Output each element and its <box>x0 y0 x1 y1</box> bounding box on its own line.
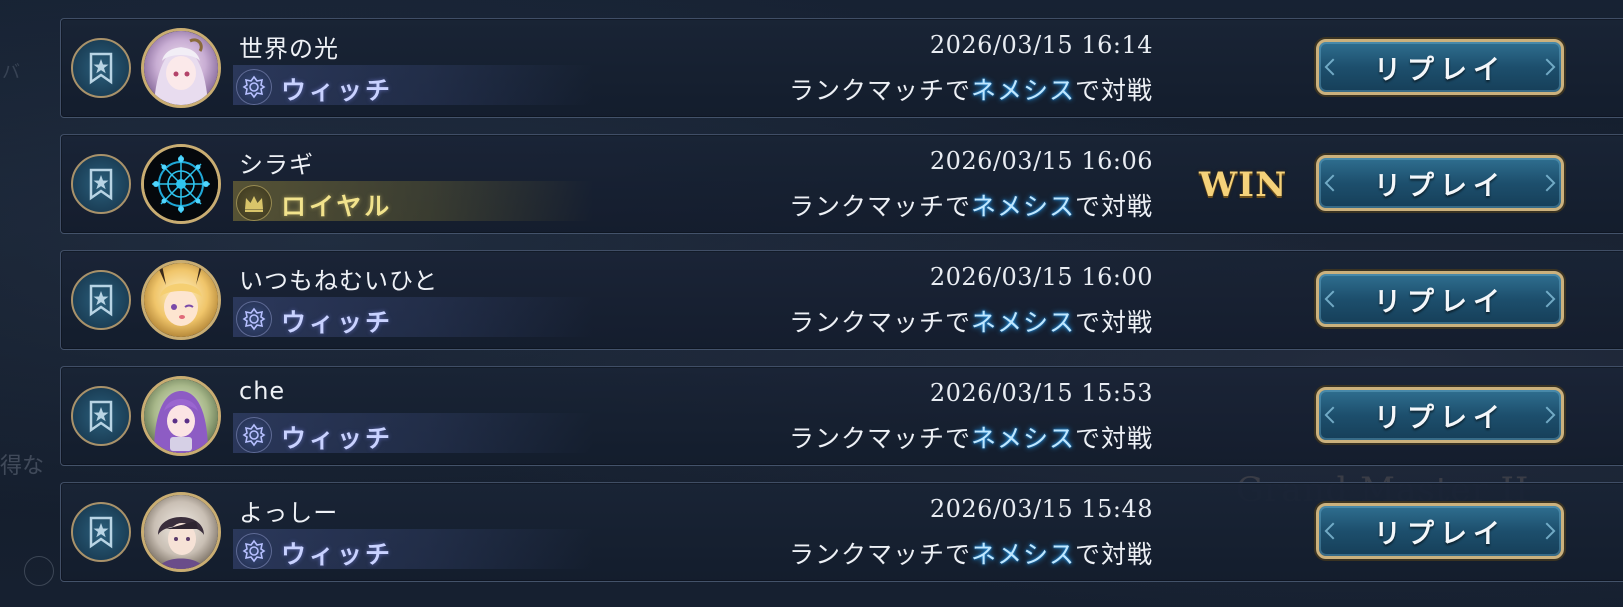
match-suffix: で対戦 <box>1074 76 1153 105</box>
battle-history-screen: バ 得な Grand Master II 世界の光 ウィッチ 2026/03/1… <box>0 0 1623 607</box>
class-name: ウィッチ <box>281 308 394 337</box>
avatar[interactable] <box>141 376 221 456</box>
battle-log-entry: いつもねむいひと ウィッチ 2026/03/15 16:00 ランクマッチでネメ… <box>60 250 1623 350</box>
match-description: ランクマッチでネメシスで対戦 <box>789 419 1153 455</box>
match-mode: ランクマッチで <box>788 192 971 221</box>
player-name: シラギ <box>239 151 314 179</box>
match-suffix: で対戦 <box>1074 308 1153 337</box>
match-mode: ランクマッチで <box>788 424 971 453</box>
match-format: ネメシス <box>970 192 1075 221</box>
witch-crest-icon <box>236 533 272 569</box>
match-suffix: で対戦 <box>1074 192 1153 221</box>
bookmark-star-icon[interactable] <box>71 38 131 98</box>
witch-crest-icon <box>236 417 272 453</box>
replay-button[interactable]: リプレイ <box>1316 155 1564 211</box>
match-format: ネメシス <box>970 308 1075 337</box>
match-timestamp: 2026/03/15 16:14 <box>929 31 1153 59</box>
class-name: ウィッチ <box>281 424 394 453</box>
match-timestamp: 2026/03/15 15:48 <box>929 495 1153 523</box>
replay-button-label: リプレイ <box>1374 286 1506 318</box>
replay-button[interactable]: リプレイ <box>1316 503 1564 559</box>
match-timestamp: 2026/03/15 16:06 <box>929 147 1153 175</box>
match-format: ネメシス <box>970 540 1075 569</box>
witch-crest-icon <box>236 301 272 337</box>
replay-button-label: リプレイ <box>1374 54 1506 86</box>
witch-crest-icon <box>236 69 272 105</box>
battle-log-entry: シラギ ロイヤル 2026/03/15 16:06 ランクマッチでネメシスで対戦… <box>60 134 1623 234</box>
player-name: che <box>239 377 286 405</box>
avatar[interactable] <box>141 492 221 572</box>
win-badge: WIN <box>1199 165 1288 205</box>
bookmark-star-icon[interactable] <box>71 502 131 562</box>
royal-crown-icon <box>236 185 272 221</box>
player-name: 世界の光 <box>239 35 339 63</box>
class-name: ロイヤル <box>281 192 393 221</box>
match-suffix: で対戦 <box>1074 424 1153 453</box>
match-description: ランクマッチでネメシスで対戦 <box>789 71 1153 107</box>
bookmark-star-icon[interactable] <box>71 154 131 214</box>
avatar[interactable] <box>141 28 221 108</box>
class-name: ウィッチ <box>281 76 394 105</box>
replay-button[interactable]: リプレイ <box>1316 271 1564 327</box>
replay-button-label: リプレイ <box>1374 402 1506 434</box>
avatar[interactable] <box>141 260 221 340</box>
background-fragment: バ <box>2 62 20 83</box>
match-format: ネメシス <box>970 424 1075 453</box>
match-mode: ランクマッチで <box>788 76 971 105</box>
match-suffix: で対戦 <box>1074 540 1153 569</box>
battle-log-entry: che ウィッチ 2026/03/15 15:53 ランクマッチでネメシスで対戦… <box>60 366 1623 466</box>
battle-log-entry: 世界の光 ウィッチ 2026/03/15 16:14 ランクマッチでネメシスで対… <box>60 18 1623 118</box>
match-timestamp: 2026/03/15 15:53 <box>929 379 1153 407</box>
match-mode: ランクマッチで <box>788 308 971 337</box>
replay-button-label: リプレイ <box>1374 518 1506 550</box>
player-name: よっしー <box>239 499 339 527</box>
avatar[interactable] <box>141 144 221 224</box>
player-name: いつもねむいひと <box>239 267 439 295</box>
match-format: ネメシス <box>970 76 1075 105</box>
replay-button[interactable]: リプレイ <box>1316 387 1564 443</box>
match-mode: ランクマッチで <box>788 540 971 569</box>
match-timestamp: 2026/03/15 16:00 <box>929 263 1153 291</box>
match-description: ランクマッチでネメシスで対戦 <box>789 187 1153 223</box>
battle-log-entry: よっしー ウィッチ 2026/03/15 15:48 ランクマッチでネメシスで対… <box>60 482 1623 582</box>
background-fragment: 得な <box>0 454 45 479</box>
replay-button[interactable]: リプレイ <box>1316 39 1564 95</box>
bookmark-star-icon[interactable] <box>71 270 131 330</box>
match-description: ランクマッチでネメシスで対戦 <box>789 303 1153 339</box>
match-description: ランクマッチでネメシスで対戦 <box>789 535 1153 571</box>
background-info-icon <box>24 556 54 586</box>
replay-button-label: リプレイ <box>1374 170 1506 202</box>
class-name: ウィッチ <box>281 540 394 569</box>
bookmark-star-icon[interactable] <box>71 386 131 446</box>
